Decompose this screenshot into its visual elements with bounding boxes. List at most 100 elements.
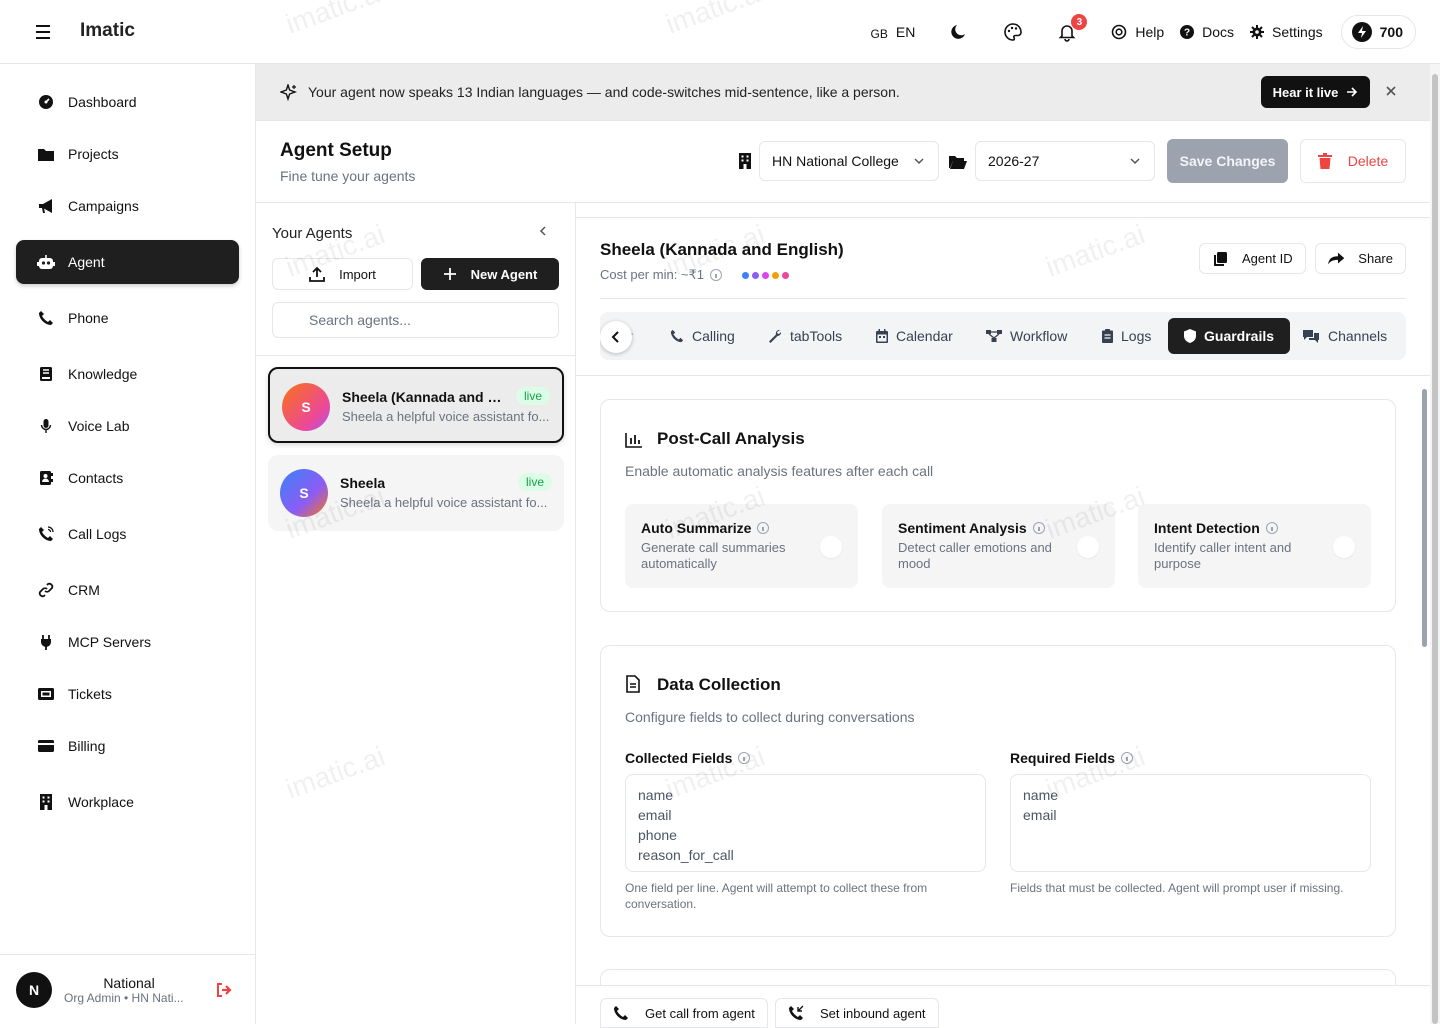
import-label: Import (339, 266, 376, 282)
page-scrollbar[interactable] (1430, 64, 1440, 1024)
robot-icon (37, 253, 55, 271)
book-icon (37, 365, 55, 383)
sidebar-item-billing[interactable]: Billing (16, 724, 239, 768)
app-title: Imatic (80, 20, 135, 41)
feature-description: Identify caller intent and purpose (1154, 540, 1292, 571)
sidebar-item-knowledge[interactable]: Knowledge (16, 352, 239, 396)
copy-icon (1214, 251, 1227, 266)
agent-card[interactable]: S Sheela (Kannada and E... Sheela a help… (268, 367, 564, 443)
sidebar: Dashboard Projects Campaigns Agent Phone… (0, 64, 256, 1024)
info-icon[interactable] (1265, 522, 1278, 534)
info-icon[interactable] (1121, 752, 1134, 764)
content-scrollbar[interactable] (1420, 377, 1430, 985)
info-icon[interactable] (738, 752, 751, 764)
import-button[interactable]: Import (272, 258, 413, 290)
agent-card[interactable]: S Sheela Sheela a helpful voice assistan… (268, 455, 564, 531)
help-link[interactable]: Help (1111, 24, 1164, 40)
language-switcher[interactable]: GB EN (871, 23, 916, 41)
sidebar-item-call-logs[interactable]: Call Logs (16, 512, 239, 556)
tab-channels[interactable]: Channels (1302, 318, 1387, 354)
sidebar-item-tickets[interactable]: Tickets (16, 672, 239, 716)
search-agents-input[interactable]: Search agents... (272, 302, 559, 338)
folder-icon (37, 145, 55, 163)
sentiment-analysis-card: Sentiment Analysis Detect caller emotion… (882, 504, 1115, 588)
field-line: email (638, 807, 672, 823)
question-circle-icon: ? (1180, 25, 1195, 39)
sidebar-item-phone[interactable]: Phone (16, 296, 239, 340)
tab-logs[interactable]: Logs (1102, 318, 1151, 354)
phone-icon (37, 309, 55, 327)
intent-detection-toggle[interactable] (1333, 536, 1355, 558)
feature-description: Detect caller emotions and mood (898, 540, 1052, 571)
hear-it-live-button[interactable]: Hear it live (1261, 76, 1370, 108)
user-profile: N National Org Admin • HN Nati... (0, 954, 256, 1024)
logout-icon[interactable] (216, 983, 232, 997)
save-changes-button[interactable]: Save Changes (1167, 139, 1288, 183)
data-collection-subtitle: Configure fields to collect during conve… (625, 709, 915, 725)
notification-count-badge: 3 (1071, 14, 1088, 30)
sidebar-item-projects[interactable]: Projects (16, 132, 239, 176)
language-code: EN (895, 24, 916, 40)
info-icon[interactable] (710, 269, 723, 281)
year-select[interactable]: 2026-27 (975, 141, 1155, 181)
organization-select[interactable]: HN National College (759, 141, 939, 181)
sidebar-item-agent[interactable]: Agent (16, 240, 239, 284)
sidebar-item-contacts[interactable]: Contacts (16, 456, 239, 500)
plus-icon (443, 268, 456, 280)
share-button[interactable]: Share (1315, 243, 1406, 274)
required-fields-textarea[interactable]: name email (1010, 774, 1371, 872)
sidebar-item-dashboard[interactable]: Dashboard (16, 80, 239, 124)
status-badge: live (517, 473, 552, 491)
docs-label: Docs (1202, 24, 1235, 40)
share-icon (1328, 252, 1345, 264)
palette-icon[interactable] (1003, 22, 1023, 42)
tab-calling[interactable]: Calling (670, 318, 735, 354)
tab-tools[interactable]: tabTools (768, 318, 842, 354)
delete-button[interactable]: Delete (1300, 139, 1406, 183)
sidebar-item-label: Dashboard (68, 94, 137, 110)
close-icon[interactable] (1384, 84, 1398, 98)
cost-label: Cost per min: ~₹1 (600, 267, 705, 282)
sidebar-item-label: Voice Lab (68, 418, 130, 434)
chevron-left-icon[interactable] (537, 225, 549, 237)
sidebar-item-label: MCP Servers (68, 634, 151, 650)
page-subtitle: Fine tune your agents (280, 168, 416, 184)
tab-workflow[interactable]: Workflow (986, 318, 1067, 354)
avatar: S (280, 469, 328, 517)
calendar-icon (876, 329, 888, 343)
avatar[interactable]: N (16, 972, 52, 1008)
info-icon[interactable] (1032, 522, 1045, 534)
tab-label: tabTools (790, 328, 843, 344)
tab-calendar[interactable]: Calendar (876, 318, 953, 354)
notification-bell-icon[interactable]: 3 (1057, 14, 1088, 42)
dark-mode-moon-icon[interactable] (949, 22, 969, 42)
docs-link[interactable]: ? Docs (1180, 24, 1234, 40)
color-dot (772, 271, 780, 279)
required-fields-help: Fields that must be collected. Agent wil… (1010, 881, 1344, 895)
sidebar-item-workplace[interactable]: Workplace (16, 780, 239, 824)
settings-link[interactable]: Settings (1250, 24, 1323, 40)
sidebar-item-crm[interactable]: CRM (16, 568, 239, 612)
sidebar-item-mcp-servers[interactable]: MCP Servers (16, 620, 239, 664)
sentiment-analysis-toggle[interactable] (1077, 536, 1099, 558)
user-name: National (103, 975, 155, 991)
sidebar-item-label: CRM (68, 582, 100, 598)
tabs-scroll-left-icon[interactable] (600, 321, 632, 353)
building-icon (739, 153, 751, 169)
new-agent-button[interactable]: New Agent (421, 258, 559, 290)
color-dot (742, 271, 750, 279)
color-dots (742, 271, 790, 279)
tab-guardrails[interactable]: Guardrails (1168, 318, 1291, 354)
agent-id-button[interactable]: Agent ID (1199, 243, 1306, 274)
info-icon[interactable] (757, 522, 770, 534)
menu-icon[interactable] (34, 22, 54, 42)
chat-icon (1303, 330, 1319, 343)
auto-summarize-toggle[interactable] (820, 536, 842, 558)
post-call-analysis-subtitle: Enable automatic analysis features after… (625, 463, 934, 479)
chevron-down-icon (914, 158, 924, 165)
sidebar-item-voice-lab[interactable]: Voice Lab (16, 404, 239, 448)
credits-badge[interactable]: 700 (1340, 15, 1416, 49)
collected-fields-textarea[interactable]: name email phone reason_for_call (625, 774, 986, 872)
feature-title: Auto Summarize (641, 520, 752, 536)
sidebar-item-campaigns[interactable]: Campaigns (16, 184, 239, 228)
